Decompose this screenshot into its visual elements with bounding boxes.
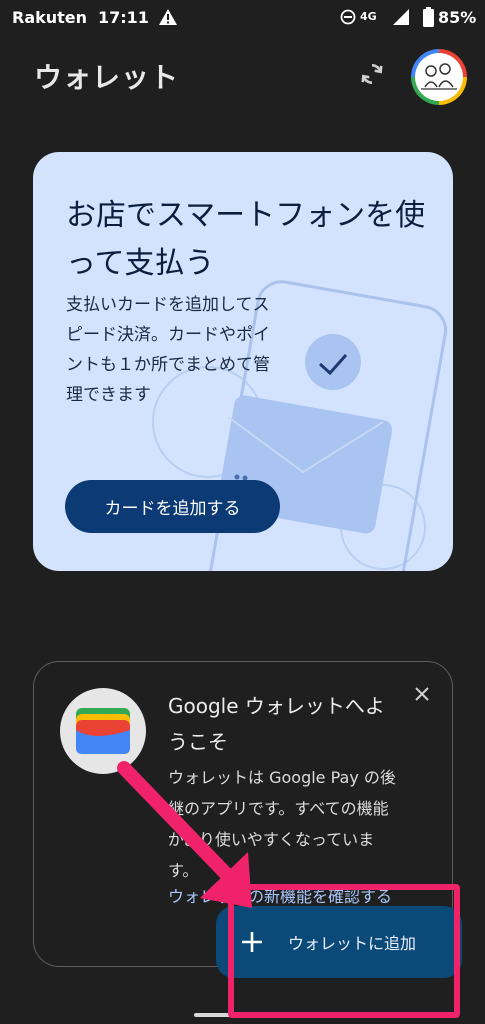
sync-icon <box>361 64 383 84</box>
battery-icon <box>423 7 434 27</box>
close-icon <box>415 687 429 701</box>
home-indicator[interactable] <box>194 1013 292 1017</box>
wallet-logo <box>60 688 146 774</box>
plus-icon <box>238 928 266 956</box>
promo-title: お店でスマートフォンを使って支払う <box>66 198 426 281</box>
warning-icon <box>159 9 177 25</box>
welcome-body: ウォレットは Google Pay の後継のアプリです。すべての機能がより使いや… <box>168 768 396 880</box>
sync-button[interactable] <box>354 56 390 92</box>
wallet-icon <box>76 708 130 754</box>
promo-card: お店でスマートフォンを使って支払う 支払いカードを追加してスピード決済。カードや… <box>33 152 453 571</box>
carrier-label: Rakuten <box>12 8 88 27</box>
close-button[interactable] <box>410 682 434 706</box>
add-to-wallet-button[interactable]: ウォレットに追加 <box>216 906 462 978</box>
dnd-icon <box>340 9 356 25</box>
signal-icon <box>393 9 409 25</box>
page-title: ウォレット <box>34 61 180 94</box>
avatar-image <box>415 53 463 101</box>
add-to-wallet-label: ウォレットに追加 <box>288 934 417 953</box>
promo-description: 支払いカードを追加してスピード決済。カードやポイントも１か所でまとめて管理できま… <box>66 295 270 405</box>
clock: 17:11 <box>98 8 149 27</box>
battery-percent: 85% <box>438 8 477 27</box>
status-bar: Rakuten 17:11 4G 85% <box>0 0 485 36</box>
network-type: 4G <box>360 10 377 23</box>
account-avatar[interactable] <box>411 49 467 105</box>
welcome-title: Google ウォレットへようこそ <box>168 694 385 754</box>
add-card-button[interactable]: カードを追加する <box>65 480 280 533</box>
